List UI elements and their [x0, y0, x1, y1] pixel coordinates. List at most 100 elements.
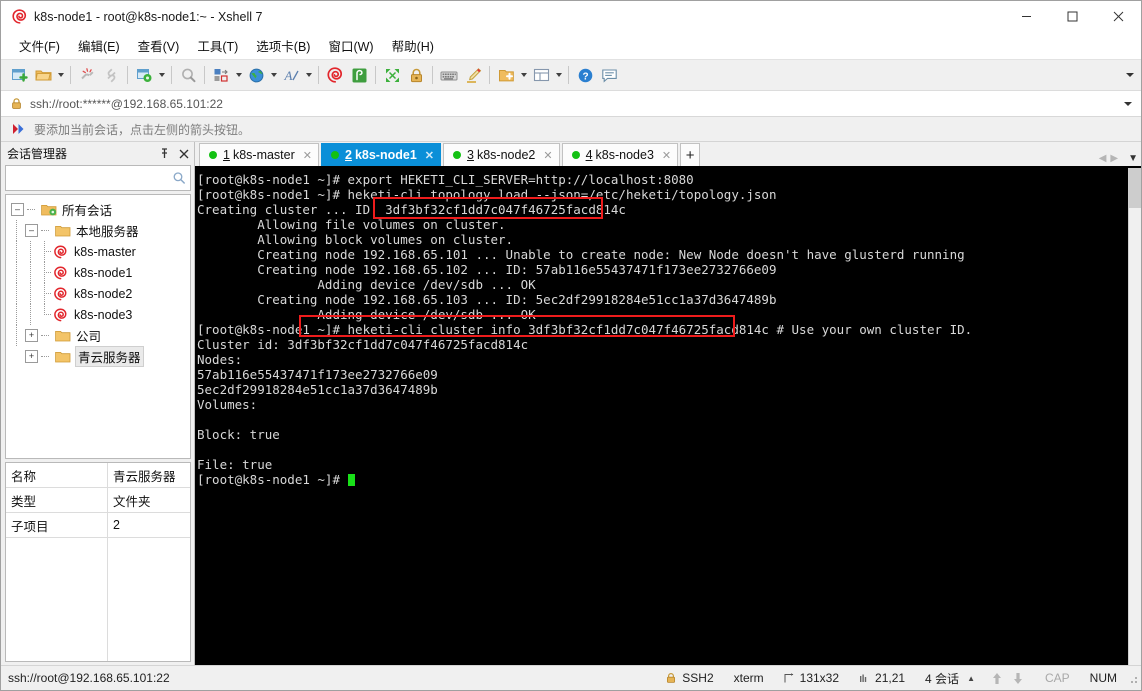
expander-plus-icon[interactable]: + — [25, 329, 38, 342]
tab-k8s-node2[interactable]: 3 k8s-node2 ✕ — [443, 143, 560, 166]
terminal-line: Nodes: — [197, 352, 243, 367]
address-value[interactable]: ssh://root:******@192.168.65.101:22 — [30, 97, 223, 111]
add-tab-button[interactable] — [494, 63, 518, 87]
tree-item-k8s-node3[interactable]: k8s-node3 — [6, 304, 190, 325]
tree-item-k8s-master[interactable]: k8s-master — [6, 241, 190, 262]
minimize-button[interactable] — [1003, 1, 1049, 32]
tab-number: 2 — [345, 148, 352, 162]
tab-prev-icon[interactable]: ◀ — [1099, 153, 1107, 164]
menu-tools[interactable]: 工具(T) — [188, 33, 247, 58]
menu-view[interactable]: 查看(V) — [129, 33, 189, 58]
maximize-button[interactable] — [1049, 1, 1095, 32]
session-search-box[interactable] — [5, 165, 191, 191]
new-session-button[interactable] — [7, 63, 31, 87]
compose-dropdown-arrow[interactable] — [233, 63, 244, 87]
split-layout-button[interactable] — [529, 63, 553, 87]
tree-item-local-servers[interactable]: – 本地服务器 — [6, 220, 190, 241]
expander-minus-icon[interactable]: – — [25, 224, 38, 237]
tab-next-icon[interactable]: ▶ — [1110, 153, 1118, 164]
session-tree[interactable]: – 所有会话 – 本地服务器 k8s-master k8s-node1 k8s-… — [5, 194, 191, 459]
tree-item-qingyun-servers[interactable]: + 青云服务器 — [6, 346, 190, 367]
resize-grip[interactable] — [1125, 671, 1139, 685]
address-bar: ssh://root:******@192.168.65.101:22 — [1, 91, 1141, 117]
menu-edit[interactable]: 编辑(E) — [69, 33, 129, 58]
search-input[interactable] — [6, 171, 172, 185]
tab-close-icon[interactable]: ✕ — [425, 149, 434, 162]
tab-close-icon[interactable]: ✕ — [303, 149, 312, 162]
terminal-scrollbar[interactable] — [1128, 168, 1141, 665]
terminal-line: [root@k8s-node1 ~]# export HEKETI_CLI_SE… — [197, 172, 694, 187]
folder-icon — [55, 224, 72, 238]
link-button[interactable] — [99, 63, 123, 87]
session-properties-table: 名称 青云服务器 类型 文件夹 子项目 2 — [5, 462, 191, 662]
tree-item-company[interactable]: + 公司 — [6, 325, 190, 346]
split-layout-dropdown-arrow[interactable] — [553, 63, 564, 87]
toolbar-separator — [489, 66, 490, 84]
tree-guide — [11, 325, 22, 346]
xshell-window: k8s-node1 - root@k8s-node1:~ - Xshell 7 … — [0, 0, 1142, 691]
compose-pane-button[interactable] — [209, 63, 233, 87]
keyboard-button[interactable] — [437, 63, 461, 87]
expander-minus-icon[interactable]: – — [11, 203, 24, 216]
tab-k8s-master[interactable]: 1 k8s-master ✕ — [199, 143, 319, 166]
add-tab-dropdown-arrow[interactable] — [518, 63, 529, 87]
tab-label: k8s-node3 — [595, 148, 654, 162]
pin-icon[interactable] — [154, 144, 174, 164]
tree-item-all-sessions[interactable]: – 所有会话 — [6, 199, 190, 220]
open-folder-button[interactable] — [31, 63, 55, 87]
close-icon[interactable] — [174, 144, 194, 164]
xftp-button[interactable] — [347, 63, 371, 87]
highlighter-pen-button[interactable] — [461, 63, 485, 87]
properties-dropdown-arrow[interactable] — [156, 63, 167, 87]
font-dropdown-arrow[interactable] — [303, 63, 314, 87]
search-icon[interactable] — [172, 171, 190, 185]
xshell-logo-icon[interactable] — [323, 63, 347, 87]
expander-plus-icon[interactable]: + — [25, 350, 38, 363]
tab-close-icon[interactable]: ✕ — [662, 149, 671, 162]
terminal-line: Allowing block volumes on cluster. — [197, 232, 514, 247]
tree-guide — [25, 283, 36, 304]
tab-k8s-node1[interactable]: 2 k8s-node1 ✕ — [321, 143, 442, 166]
main-body: 会话管理器 – 所有会话 – 本地服务器 k8s-master k8s-node… — [1, 142, 1141, 665]
sessions-caret-icon[interactable]: ▲ — [967, 674, 975, 683]
terminal-output[interactable]: [root@k8s-node1 ~]# export HEKETI_CLI_SE… — [195, 168, 1128, 665]
tab-list-menu-icon[interactable]: ▼ — [1128, 153, 1138, 164]
tree-guide — [11, 220, 22, 241]
font-button[interactable]: A — [279, 63, 303, 87]
properties-gear-button[interactable] — [132, 63, 156, 87]
new-tab-button[interactable]: + — [680, 143, 701, 166]
tree-item-label: k8s-master — [74, 244, 136, 259]
tree-item-k8s-node2[interactable]: k8s-node2 — [6, 283, 190, 304]
globe-dropdown-arrow[interactable] — [268, 63, 279, 87]
magnifier-button[interactable] — [176, 63, 200, 87]
status-sessions[interactable]: 4 会话 ▲ — [915, 670, 985, 687]
help-circle-button[interactable]: ? — [573, 63, 597, 87]
globe-button[interactable] — [244, 63, 268, 87]
disconnect-button[interactable] — [75, 63, 99, 87]
tab-label: k8s-node2 — [476, 148, 536, 162]
open-folder-dropdown-arrow[interactable] — [55, 63, 66, 87]
status-num-lock: NUM — [1089, 671, 1117, 685]
address-dropdown-arrow[interactable] — [1123, 91, 1133, 116]
scrollbar-thumb[interactable] — [1129, 168, 1141, 208]
tree-item-k8s-node1[interactable]: k8s-node1 — [6, 262, 190, 283]
close-button[interactable] — [1095, 1, 1141, 32]
tree-guide — [41, 346, 52, 367]
red-arrow-icon — [12, 123, 26, 135]
toolbar-overflow-button[interactable] — [1125, 60, 1135, 90]
tree-guide — [39, 241, 51, 262]
fullscreen-button[interactable] — [380, 63, 404, 87]
xshell-logo-icon — [11, 9, 27, 25]
menu-help[interactable]: 帮助(H) — [383, 33, 443, 58]
tab-close-icon[interactable]: ✕ — [543, 149, 552, 162]
status-protocol: SSH2 — [655, 671, 723, 685]
toolbar-separator — [568, 66, 569, 84]
menu-window[interactable]: 窗口(W) — [319, 33, 382, 58]
chat-bubble-button[interactable] — [597, 63, 621, 87]
padlock-button[interactable] — [404, 63, 428, 87]
menu-tabs[interactable]: 选项卡(B) — [247, 33, 319, 58]
connected-status-dot — [571, 151, 580, 159]
download-arrow-icon — [1012, 672, 1024, 685]
tab-k8s-node3[interactable]: 4 k8s-node3 ✕ — [561, 143, 679, 166]
menu-file[interactable]: 文件(F) — [10, 33, 69, 58]
